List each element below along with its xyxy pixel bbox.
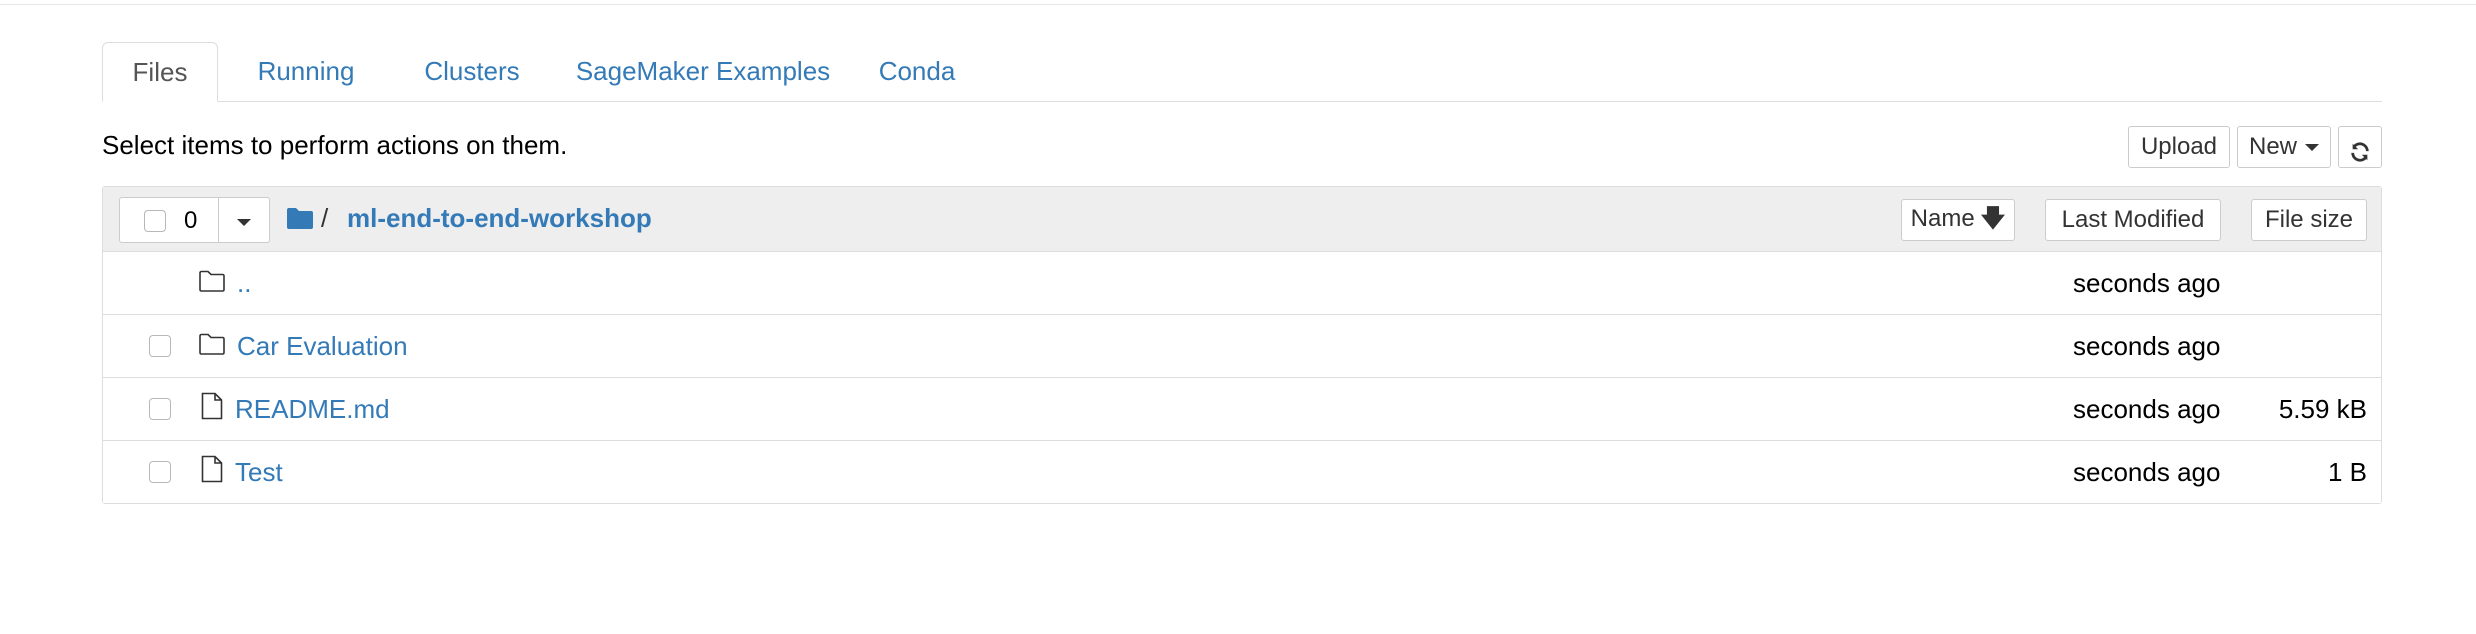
- upload-button[interactable]: Upload: [2128, 126, 2230, 168]
- file-list-header: 0 / ml-end-to-end-workshop Name 🡇 Last Mo…: [103, 187, 2381, 252]
- file-icon: [201, 455, 223, 483]
- refresh-icon: [2351, 141, 2369, 162]
- folder-outline-icon: [199, 270, 225, 292]
- item-modified: seconds ago: [2073, 268, 2221, 298]
- list-item[interactable]: Test seconds ago 1 B: [103, 441, 2381, 503]
- item-name-link[interactable]: README.md: [235, 394, 390, 425]
- tab-clusters[interactable]: Clusters: [402, 42, 542, 101]
- selection-hint: Select items to perform actions on them.: [102, 130, 568, 160]
- selected-count: 0: [184, 207, 198, 234]
- main-container: Files Running Clusters SageMaker Example…: [102, 42, 2382, 504]
- tab-sagemaker-examples[interactable]: SageMaker Examples: [568, 42, 838, 101]
- folder-outline-icon: [199, 333, 225, 355]
- select-all-group[interactable]: 0: [119, 197, 219, 243]
- item-modified: seconds ago: [2073, 457, 2221, 487]
- refresh-button[interactable]: [2338, 126, 2382, 168]
- tab-bar: Files Running Clusters SageMaker Example…: [102, 42, 2382, 102]
- tab-files[interactable]: Files: [102, 42, 218, 102]
- item-size: 5.59 kB: [2278, 394, 2367, 424]
- chevron-down-icon: [237, 218, 251, 226]
- tab-conda[interactable]: Conda: [862, 42, 972, 101]
- file-list-panel: 0 / ml-end-to-end-workshop Name 🡇 Last Mo…: [102, 186, 2382, 504]
- breadcrumb-separator: /: [321, 203, 329, 233]
- sort-by-name-button[interactable]: Name 🡇: [1901, 199, 2015, 241]
- folder-icon[interactable]: [287, 207, 313, 229]
- sort-name-label: Name: [1910, 205, 1975, 232]
- file-toolbar: Select items to perform actions on them.…: [102, 102, 2382, 186]
- list-item[interactable]: .. seconds ago: [103, 252, 2381, 315]
- sort-by-size-button[interactable]: File size: [2251, 199, 2367, 241]
- list-item[interactable]: README.md seconds ago 5.59 kB: [103, 378, 2381, 441]
- chevron-down-icon: [2305, 144, 2319, 152]
- tab-running[interactable]: Running: [236, 42, 376, 101]
- select-all-checkbox[interactable]: [144, 210, 166, 232]
- new-button-label: New: [2248, 133, 2297, 160]
- selection-menu-button[interactable]: [218, 197, 270, 243]
- item-name-link[interactable]: Test: [235, 457, 283, 488]
- item-checkbox[interactable]: [149, 398, 171, 420]
- item-name-link[interactable]: ..: [237, 268, 251, 299]
- item-checkbox[interactable]: [149, 461, 171, 483]
- item-name-link[interactable]: Car Evaluation: [237, 331, 408, 362]
- arrow-down-icon: 🡇: [1980, 205, 2006, 232]
- item-modified: seconds ago: [2073, 394, 2221, 424]
- file-icon: [201, 392, 223, 420]
- item-modified: seconds ago: [2073, 331, 2221, 361]
- breadcrumb-current-folder[interactable]: ml-end-to-end-workshop: [347, 203, 652, 234]
- new-dropdown-button[interactable]: New: [2237, 126, 2331, 168]
- top-navbar-border: [0, 0, 2476, 5]
- item-checkbox[interactable]: [149, 335, 171, 357]
- list-item[interactable]: Car Evaluation seconds ago: [103, 315, 2381, 378]
- item-size: 1 B: [2327, 457, 2367, 487]
- sort-by-modified-button[interactable]: Last Modified: [2045, 199, 2221, 241]
